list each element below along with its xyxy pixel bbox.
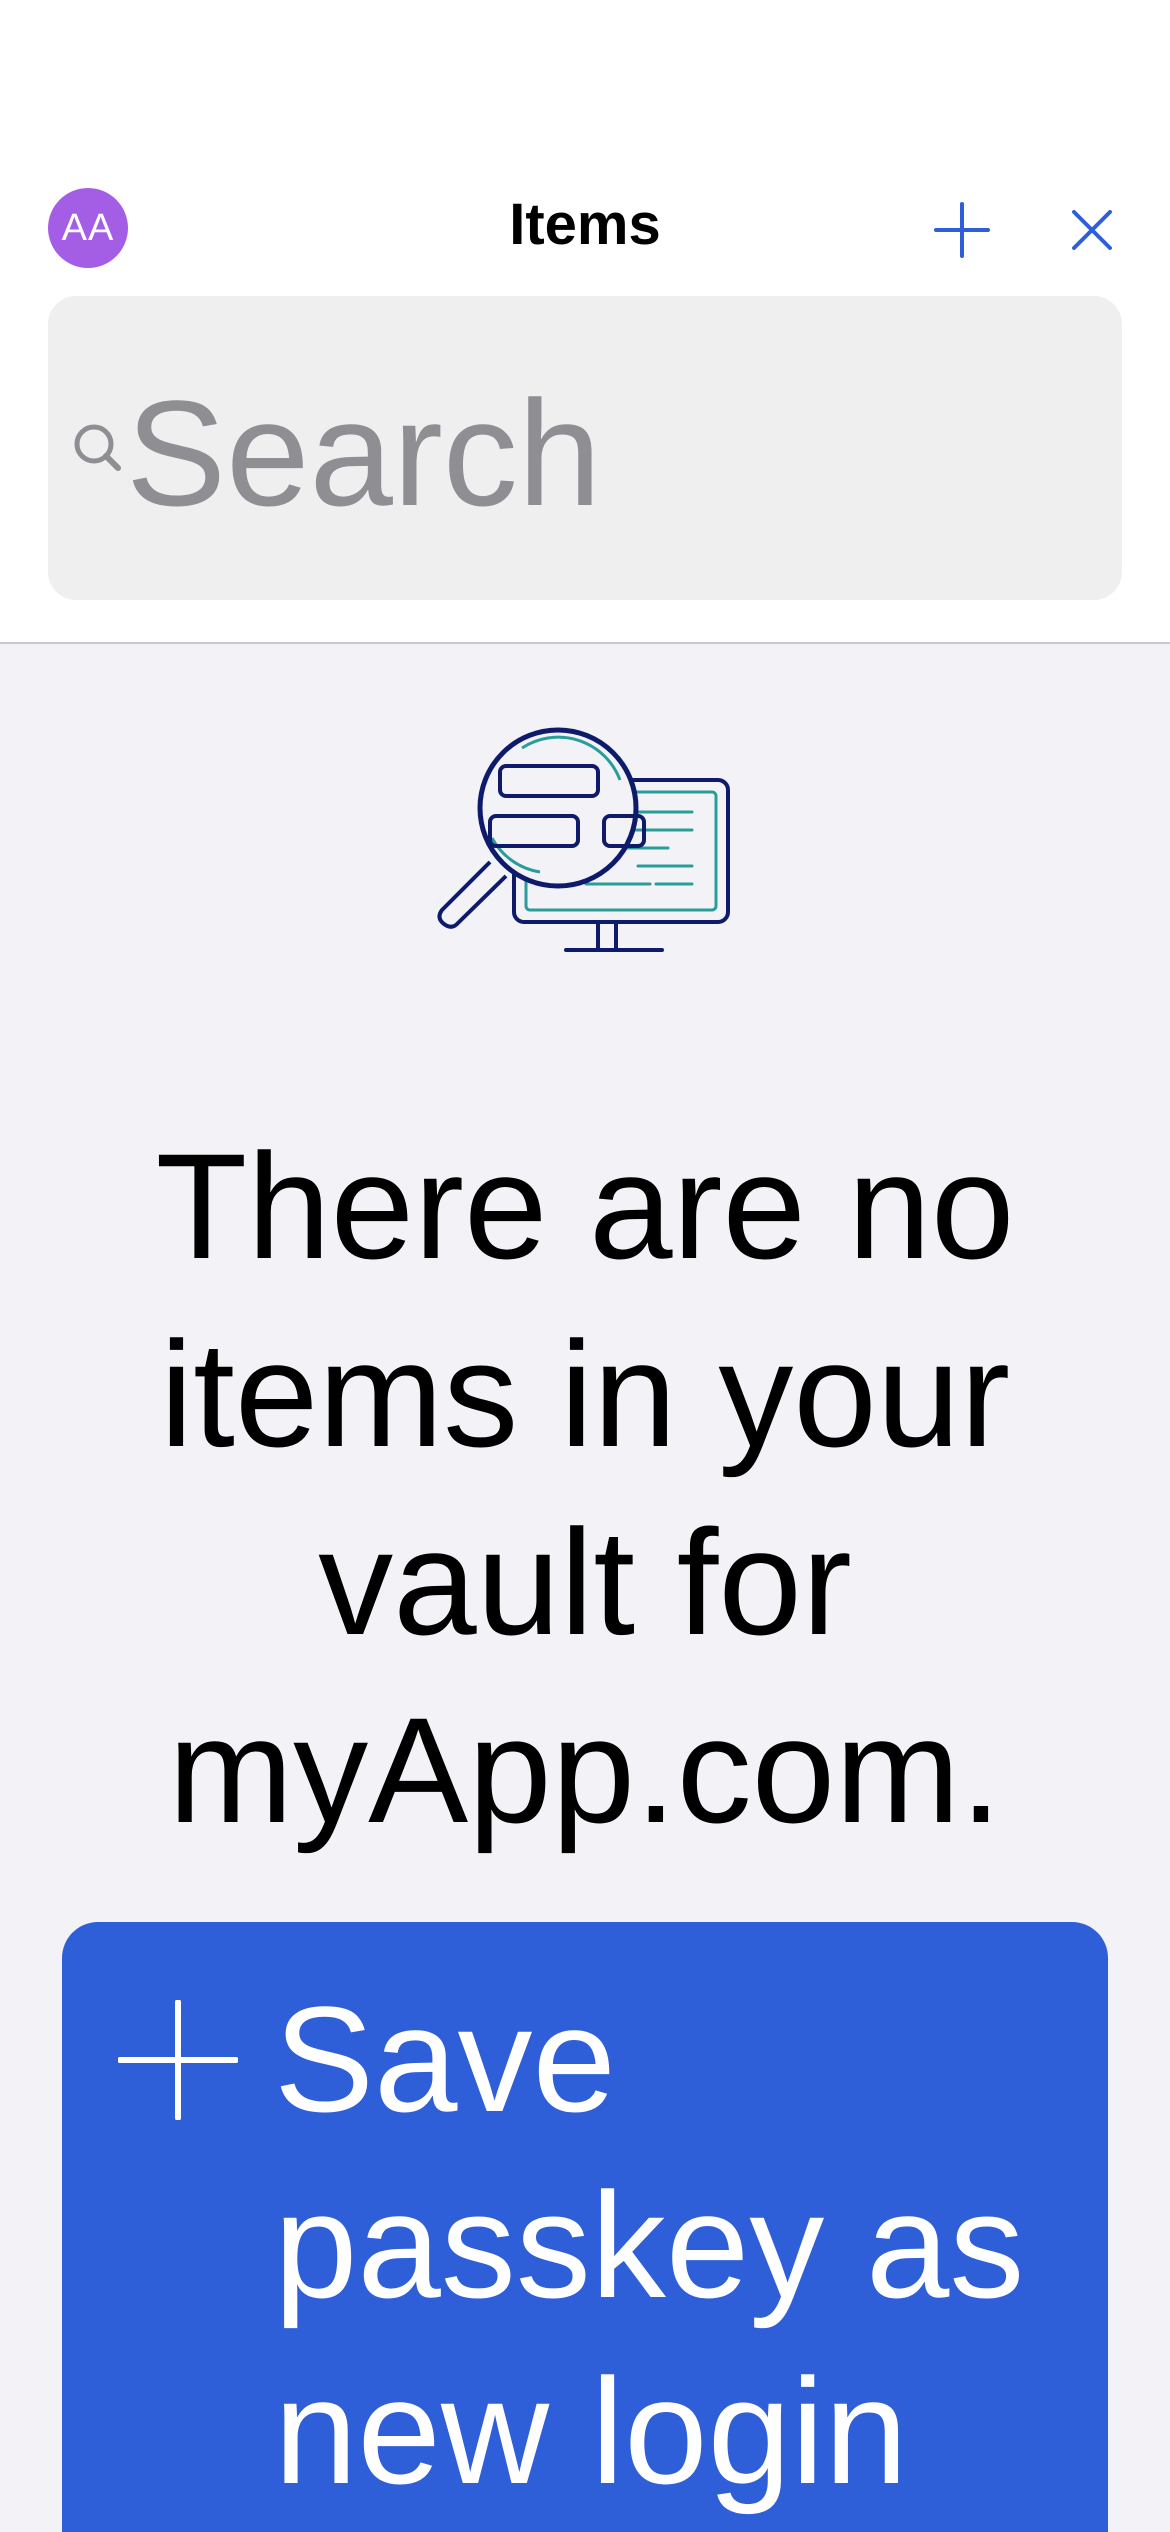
empty-state-message: There are no items in your vault for myA… [155,1122,1015,1854]
plus-icon [118,2000,238,2120]
close-button[interactable] [1052,190,1132,270]
search-input[interactable]: Search [48,296,1122,600]
save-passkey-label: Save passkey as new login [274,1975,1025,2515]
magnifier-over-monitor-illustration [437,727,730,952]
search-icon [74,424,121,471]
add-item-button[interactable] [922,190,1002,270]
close-icon [1072,210,1112,250]
avatar[interactable]: AA [48,188,128,268]
search-placeholder: Search [126,369,602,537]
save-passkey-button[interactable]: Save passkey as new login [62,1922,1108,2532]
items-screen: AA Items Search There are no items in yo… [0,0,1170,2532]
page-title: Items [509,192,661,257]
header: AA Items Search [0,0,1170,644]
plus-icon [934,202,990,258]
